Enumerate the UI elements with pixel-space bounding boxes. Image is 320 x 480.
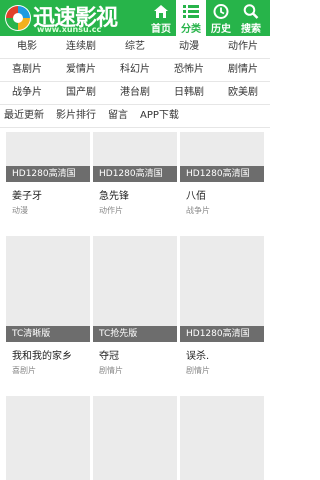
movie-card-placeholder[interactable] <box>93 396 177 480</box>
movie-card[interactable]: HD1280高清国 急先锋 动作片 <box>93 132 177 216</box>
category-guestbook[interactable]: 留言 <box>102 105 134 127</box>
logo-url: www.xunsu.cc <box>37 25 102 34</box>
category-comedy[interactable]: 喜剧片 <box>0 59 54 81</box>
category-jp-kr-series[interactable]: 日韩剧 <box>162 82 216 104</box>
nav-home[interactable]: 首页 <box>146 0 176 36</box>
movie-poster[interactable] <box>180 236 264 326</box>
category-series[interactable]: 连续剧 <box>54 36 108 58</box>
logo-swirl-icon <box>5 5 31 31</box>
movie-genre: 剧情片 <box>99 366 123 375</box>
category-variety[interactable]: 综艺 <box>108 36 162 58</box>
category-app-download[interactable]: APP下载 <box>134 105 185 127</box>
movie-card[interactable]: HD1280高清国 姜子牙 动漫 <box>6 132 90 216</box>
nav-category[interactable]: 分类 <box>176 0 206 36</box>
category-anime[interactable]: 动漫 <box>162 36 216 58</box>
quality-tag: HD1280高清国 <box>6 166 90 182</box>
nav-home-label: 首页 <box>151 24 171 35</box>
movie-genre: 剧情片 <box>186 366 210 375</box>
quality-tag: HD1280高清国 <box>93 166 177 182</box>
movie-poster[interactable] <box>180 132 264 166</box>
movie-card[interactable]: HD1280高清国 八佰 战争片 <box>180 132 264 216</box>
movie-card[interactable]: TC抢先版 夺冠 剧情片 <box>93 236 177 376</box>
nav-category-label: 分类 <box>181 24 201 35</box>
movie-poster[interactable] <box>93 236 177 326</box>
movie-genre: 动漫 <box>12 206 28 215</box>
category-romance[interactable]: 爱情片 <box>54 59 108 81</box>
category-movie[interactable]: 电影 <box>0 36 54 58</box>
nav-search-label: 搜索 <box>241 24 261 35</box>
category-hk-tw-series[interactable]: 港台剧 <box>108 82 162 104</box>
movie-genre: 动作片 <box>99 206 123 215</box>
movie-poster[interactable] <box>93 396 177 480</box>
clock-icon <box>213 4 229 19</box>
movie-title[interactable]: 我和我的家乡 <box>6 347 90 362</box>
nav-search[interactable]: 搜索 <box>236 0 266 36</box>
movie-poster[interactable] <box>6 236 90 326</box>
movie-title[interactable]: 误杀. <box>180 347 264 362</box>
category-latest[interactable]: 最近更新 <box>0 105 50 127</box>
movie-card-placeholder[interactable] <box>6 396 90 480</box>
movie-card[interactable]: HD1280高清国 误杀. 剧情片 <box>180 236 264 376</box>
category-scifi[interactable]: 科幻片 <box>108 59 162 81</box>
home-icon <box>154 5 168 18</box>
movie-title[interactable]: 夺冠 <box>93 347 177 362</box>
movie-poster[interactable] <box>93 132 177 166</box>
category-domestic-series[interactable]: 国产剧 <box>54 82 108 104</box>
category-drama[interactable]: 剧情片 <box>216 59 270 81</box>
movie-title[interactable]: 八佰 <box>180 187 264 202</box>
category-row: 电影 连续剧 综艺 动漫 动作片 <box>0 36 270 59</box>
movie-genre: 喜剧片 <box>12 366 36 375</box>
movie-poster[interactable] <box>6 396 90 480</box>
movie-poster[interactable] <box>6 132 90 166</box>
quality-tag: TC抢先版 <box>93 326 177 342</box>
top-header: 迅速影视 www.xunsu.cc 首页 分类 历史 搜索 <box>0 0 270 36</box>
nav-history-label: 历史 <box>211 24 231 35</box>
category-horror[interactable]: 恐怖片 <box>162 59 216 81</box>
category-action[interactable]: 动作片 <box>216 36 270 58</box>
quality-tag: HD1280高清国 <box>180 166 264 182</box>
category-grid: 电影 连续剧 综艺 动漫 动作片 喜剧片 爱情片 科幻片 恐怖片 剧情片 战争片… <box>0 36 270 128</box>
category-ranking[interactable]: 影片排行 <box>50 105 102 127</box>
movie-title[interactable]: 急先锋 <box>93 187 177 202</box>
movie-title[interactable]: 姜子牙 <box>6 187 90 202</box>
movie-card-placeholder[interactable] <box>180 396 264 480</box>
category-row: 喜剧片 爱情片 科幻片 恐怖片 剧情片 <box>0 59 270 82</box>
category-row: 最近更新 影片排行 留言 APP下载 <box>0 105 270 128</box>
movie-genre: 战争片 <box>186 206 210 215</box>
category-western-series[interactable]: 欧美剧 <box>216 82 270 104</box>
nav-history[interactable]: 历史 <box>206 0 236 36</box>
movie-card[interactable]: TC清晰版 我和我的家乡 喜剧片 <box>6 236 90 376</box>
movie-poster[interactable] <box>180 396 264 480</box>
category-row: 战争片 国产剧 港台剧 日韩剧 欧美剧 <box>0 82 270 105</box>
site-logo[interactable]: 迅速影视 www.xunsu.cc <box>3 2 145 35</box>
quality-tag: TC清晰版 <box>6 326 90 342</box>
category-war[interactable]: 战争片 <box>0 82 54 104</box>
list-icon <box>183 5 199 18</box>
quality-tag: HD1280高清国 <box>180 326 264 342</box>
search-icon <box>243 4 259 19</box>
